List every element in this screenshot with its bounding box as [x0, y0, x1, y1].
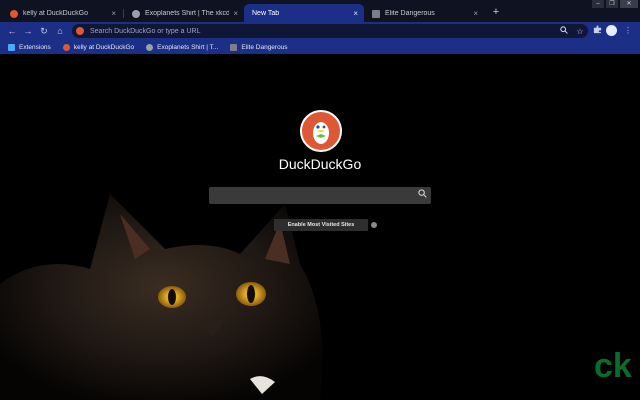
duckduckgo-favicon-icon — [62, 43, 70, 51]
elite-dangerous-favicon-icon — [230, 43, 238, 51]
tab-close-icon[interactable]: × — [233, 9, 238, 18]
menu-kebab-icon[interactable]: ⋮ — [622, 25, 634, 37]
bookmark-label: kelly at DuckDuckGo — [73, 43, 135, 51]
minimize-button[interactable]: – — [592, 0, 604, 8]
tab-close-icon[interactable]: × — [473, 9, 478, 18]
new-tab-button[interactable]: + — [490, 6, 502, 18]
bookmark-label: Exoplanets Shirt | T... — [157, 43, 219, 51]
enable-most-visited-button[interactable]: Enable Most Visited Sites — [274, 219, 368, 231]
bookmark-kelly-duckduckgo[interactable]: kelly at DuckDuckGo — [62, 43, 135, 51]
settings-dot-icon[interactable] — [371, 222, 377, 228]
address-placeholder: Search DuckDuckGo or type a URL — [90, 27, 201, 35]
tab-new-tab[interactable]: New Tab × — [244, 4, 364, 22]
puzzle-icon[interactable] — [591, 25, 603, 37]
profile-avatar[interactable] — [606, 25, 617, 36]
duckduckgo-favicon-icon — [10, 9, 18, 18]
close-window-button[interactable]: ✕ — [620, 0, 638, 8]
home-button[interactable]: ⌂ — [54, 25, 66, 37]
duckduckgo-logo-icon — [76, 27, 84, 35]
globe-favicon-icon — [146, 43, 154, 51]
bookmark-extensions[interactable]: Extensions — [8, 43, 51, 51]
elite-dangerous-favicon-icon — [372, 9, 380, 18]
new-tab-page: DuckDuckGo Enable Most Visited Sites ck — [0, 54, 640, 400]
forward-button[interactable]: → — [22, 25, 34, 37]
bookmark-label: Extensions — [19, 43, 51, 51]
bookmark-exoplanets-shirt[interactable]: Exoplanets Shirt | T... — [146, 43, 219, 51]
search-icon[interactable] — [556, 26, 572, 36]
search-icon[interactable] — [418, 189, 427, 202]
tab-title: kelly at DuckDuckGo — [23, 10, 88, 17]
tab-close-icon[interactable]: × — [111, 9, 116, 18]
tab-kelly-duckduckgo[interactable]: kelly at DuckDuckGo × — [2, 5, 122, 22]
tab-title: Exoplanets Shirt | The xkcd store — [145, 10, 230, 17]
back-button[interactable]: ← — [6, 25, 18, 37]
globe-favicon-icon — [132, 9, 140, 18]
brand-wordmark: DuckDuckGo — [278, 156, 362, 172]
star-icon[interactable]: ☆ — [572, 27, 588, 36]
search-input[interactable] — [209, 187, 431, 204]
ck-watermark-logo: ck — [594, 347, 632, 385]
tab-strip: kelly at DuckDuckGo × Exoplanets Shirt |… — [0, 0, 640, 22]
tab-title: Elite Dangerous — [385, 10, 435, 17]
maximize-button[interactable]: ❐ — [606, 0, 618, 8]
browser-toolbar: ← → ↻ ⌂ Search DuckDuckGo or type a URL … — [0, 22, 640, 40]
tab-title: New Tab — [252, 9, 280, 17]
tab-close-icon[interactable]: × — [353, 9, 358, 18]
bookmark-elite-dangerous[interactable]: Elite Dangerous — [230, 43, 288, 51]
bookmarks-bar: Extensions kelly at DuckDuckGo Exoplanet… — [0, 40, 640, 54]
address-bar[interactable]: Search DuckDuckGo or type a URL ☆ — [72, 24, 588, 38]
reload-button[interactable]: ↻ — [38, 25, 50, 37]
extensions-grid-icon — [8, 43, 15, 51]
tab-exoplanets-shirt[interactable]: Exoplanets Shirt | The xkcd store × — [124, 5, 244, 22]
duckduckgo-logo-icon — [300, 110, 342, 152]
tab-elite-dangerous[interactable]: Elite Dangerous × — [364, 5, 484, 22]
bookmark-label: Elite Dangerous — [241, 43, 288, 51]
